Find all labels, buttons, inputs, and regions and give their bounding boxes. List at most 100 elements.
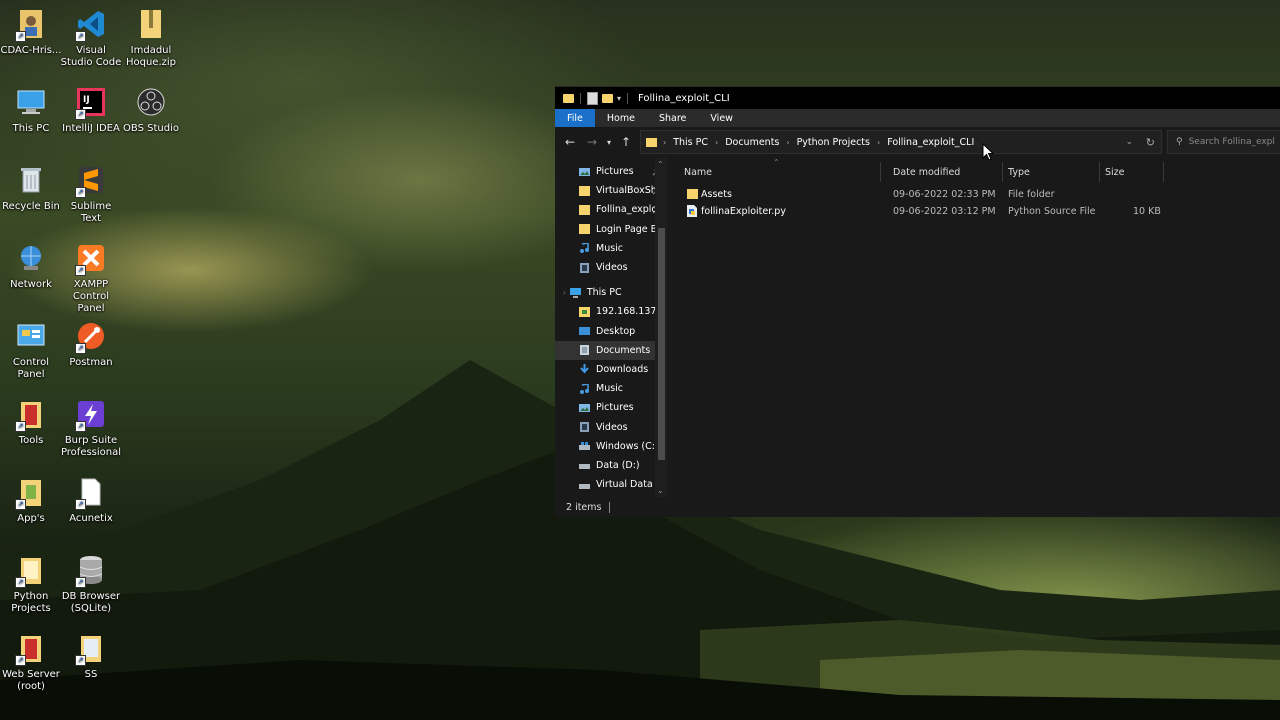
breadcrumb-this-pc[interactable]: This PC <box>673 137 708 148</box>
nav-item-downloads[interactable]: Downloads <box>555 360 667 379</box>
svg-text:IJ: IJ <box>83 95 90 105</box>
shortcut-arrow-icon: ↗ <box>75 655 86 666</box>
scroll-up-icon[interactable]: ⌃ <box>657 160 664 169</box>
nav-item-pictures-pc[interactable]: Pictures <box>555 398 667 417</box>
desktop-icon-network[interactable]: Network <box>0 240 62 291</box>
desktop-icon-control-panel[interactable]: Control Panel <box>0 318 62 381</box>
desktop-icon-tools[interactable]: ↗ Tools <box>0 396 62 447</box>
desktop-icon-label: Postman <box>69 357 113 368</box>
desktop-icon-sublime[interactable]: ↗ Sublime Text <box>60 162 122 225</box>
pictures-icon <box>579 403 590 412</box>
nav-pane-scrollbar[interactable]: ⌃ ⌄ <box>655 158 667 497</box>
scroll-down-icon[interactable]: ⌄ <box>657 486 664 495</box>
nav-item-desktop[interactable]: Desktop <box>555 322 667 341</box>
file-explorer-window[interactable]: ▾ Follina_exploit_CLI File Home Share Vi… <box>555 86 1280 517</box>
nav-item-label: This PC <box>586 287 622 299</box>
desktop-icon-label: IntelliJ IDEA <box>62 123 120 134</box>
forward-arrow-icon[interactable]: → <box>581 135 603 149</box>
tab-home[interactable]: Home <box>595 109 647 127</box>
nav-item-videos[interactable]: Videos <box>555 258 667 277</box>
desktop-icon-vscode[interactable]: ↗ Visual Studio Code <box>60 6 122 69</box>
file-row-follinaexploiter[interactable]: follinaExploiter.py 09-06-2022 03:12 PM … <box>667 203 1280 220</box>
desktop-icon-label: Web Server (root) <box>2 669 60 692</box>
desktop-icon-obs[interactable]: OBS Studio <box>120 84 182 135</box>
desktop-icon-db-browser[interactable]: ↗ DB Browser (SQLite) <box>60 552 122 615</box>
desktop-icon-imdadul-zip[interactable]: Imdadul Hoque.zip <box>120 6 182 69</box>
nav-item-label: Windows (C:) <box>596 440 659 452</box>
desktop-icon-recycle-bin[interactable]: Recycle Bin <box>0 162 62 213</box>
nav-item-videos-pc[interactable]: Videos <box>555 417 667 436</box>
column-divider[interactable] <box>880 162 881 182</box>
separator <box>627 92 629 104</box>
breadcrumb-python-projects[interactable]: Python Projects <box>797 137 870 148</box>
column-divider[interactable] <box>1163 162 1164 182</box>
properties-icon[interactable] <box>587 91 598 105</box>
folder-icon <box>646 137 657 147</box>
nav-item-login-page[interactable]: Login Page Brut <box>555 220 667 239</box>
item-count: 2 items <box>566 501 602 513</box>
nav-item-network-drive[interactable]: 192.168.137.103 <box>555 302 667 321</box>
desktop-icon-xampp[interactable]: ↗ XAMPP Control Panel <box>60 240 122 315</box>
recycle-bin-icon <box>21 168 41 193</box>
nav-item-virtual-data-e[interactable]: Virtual Data (E:) <box>555 475 667 494</box>
column-header-date[interactable]: Date modified <box>893 167 960 178</box>
title-bar[interactable]: ▾ Follina_exploit_CLI <box>555 87 1280 109</box>
shortcut-arrow-icon: ↗ <box>75 265 86 276</box>
nav-item-virtualboxsha[interactable]: VirtualBoxSha 📌︎ <box>555 181 667 200</box>
address-bar[interactable]: › This PC › Documents › Python Projects … <box>640 130 1162 154</box>
navigation-pane[interactable]: Pictures 📌︎ VirtualBoxSha 📌︎ Follina_exp… <box>555 158 667 497</box>
nav-item-music[interactable]: Music <box>555 239 667 258</box>
up-arrow-icon[interactable]: ↑ <box>615 135 637 149</box>
breadcrumb-separator: › <box>715 137 719 147</box>
new-folder-icon[interactable] <box>602 93 613 103</box>
nav-item-documents[interactable]: Documents <box>555 340 667 360</box>
desktop-icon-burp[interactable]: ↗ Burp Suite Professional <box>60 396 122 459</box>
breadcrumb-follina[interactable]: Follina_exploit_CLI <box>887 137 974 148</box>
nav-item-data-d[interactable]: Data (D:) <box>555 456 667 475</box>
nav-item-music-pc[interactable]: Music <box>555 379 667 398</box>
folder-icon <box>579 204 590 215</box>
file-size: 10 KB <box>1133 206 1161 217</box>
folder-icon <box>579 224 590 235</box>
breadcrumb-documents[interactable]: Documents <box>725 137 779 148</box>
desktop-icon-ss[interactable]: ↗ SS <box>60 630 122 681</box>
documents-icon <box>580 345 589 356</box>
window-title: Follina_exploit_CLI <box>638 92 730 104</box>
column-header-name[interactable]: Name <box>684 167 712 178</box>
zip-folder-icon <box>141 10 161 38</box>
back-arrow-icon[interactable]: ← <box>559 135 581 149</box>
nav-item-pictures[interactable]: Pictures 📌︎ <box>555 162 667 181</box>
search-box[interactable]: ⚲ Search Follina_expl <box>1167 130 1280 154</box>
shortcut-arrow-icon: ↗ <box>75 187 86 198</box>
nav-item-follina[interactable]: Follina_explo 📌︎ <box>555 200 667 219</box>
desktop-icon-apps[interactable]: ↗ App's <box>0 474 62 525</box>
shortcut-arrow-icon: ↗ <box>75 31 86 42</box>
column-header-type[interactable]: Type <box>1008 167 1030 178</box>
tab-file[interactable]: File <box>555 109 595 127</box>
desktop-icon-cdac[interactable]: ↗ CDAC-Hris... <box>0 6 62 57</box>
nav-item-this-pc[interactable]: › This PC <box>555 283 667 302</box>
tab-share[interactable]: Share <box>647 109 698 127</box>
expand-chevron-icon[interactable]: › <box>563 289 566 297</box>
shortcut-arrow-icon: ↗ <box>15 577 26 588</box>
desktop-icon-python-projects[interactable]: ↗ Python Projects <box>0 552 62 615</box>
column-header-size[interactable]: Size <box>1105 167 1125 178</box>
file-list[interactable]: ⌃ Name Date modified Type Size Assets 09… <box>667 158 1280 497</box>
nav-item-windows-c[interactable]: Windows (C:) <box>555 437 667 456</box>
desktop-icon-postman[interactable]: ↗ Postman <box>60 318 122 369</box>
desktop-icon-label: Control Panel <box>12 357 50 380</box>
desktop-icon-label: App's <box>17 513 45 524</box>
file-row-assets[interactable]: Assets 09-06-2022 02:33 PM File folder <box>667 186 1280 203</box>
desktop-icon-web-server[interactable]: ↗ Web Server (root) <box>0 630 62 693</box>
refresh-icon[interactable]: ↻ <box>1146 136 1155 149</box>
desktop-icon-acunetix[interactable]: ↗ Acunetix <box>60 474 122 525</box>
quick-access-dropdown-icon[interactable]: ▾ <box>617 94 621 103</box>
scrollbar-thumb[interactable] <box>658 228 665 460</box>
desktop-icon-this-pc[interactable]: This PC <box>0 84 62 135</box>
tab-view[interactable]: View <box>698 109 745 127</box>
desktop-icon-intellij[interactable]: IJ ↗ IntelliJ IDEA <box>60 84 122 135</box>
column-divider[interactable] <box>1002 162 1003 182</box>
column-divider[interactable] <box>1099 162 1100 182</box>
address-dropdown-icon[interactable]: ⌄ <box>1125 137 1133 147</box>
recent-locations-chevron-icon[interactable]: ▾ <box>603 138 615 147</box>
